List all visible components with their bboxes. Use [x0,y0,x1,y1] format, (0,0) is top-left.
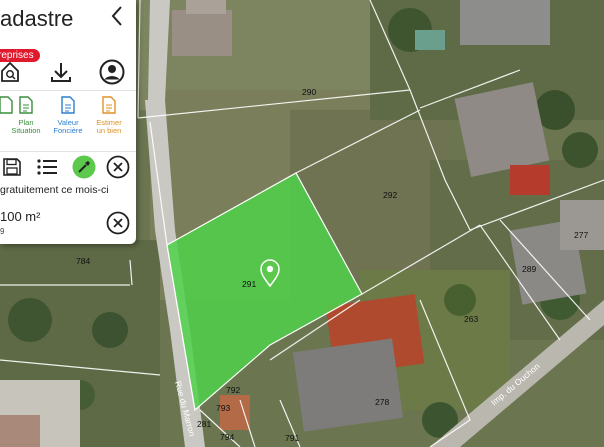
panel-title: adastre [0,6,74,31]
divider [0,90,136,91]
close-selection-icon[interactable] [106,211,130,235]
parcel-791: 791 [285,433,299,443]
tool-label: Plan Situation [11,117,41,135]
download-icon[interactable] [49,60,73,84]
tool-label: Estimer un bien [96,117,122,135]
close-icon[interactable] [106,155,130,179]
parcel-263: 263 [464,314,478,324]
parcel-792: 792 [226,385,240,395]
cadastre-panel: adastre reprises Plan Situation Valeur F… [0,0,136,244]
tool-plan-situation[interactable]: Plan Situation [8,96,44,136]
area-subtext: 9 [0,227,5,236]
parcel-784: 784 [76,256,90,266]
tool-estimer-bien[interactable]: Estimer un bien [91,96,127,136]
tool-valeur-fonciere[interactable]: Valeur Foncière [50,96,86,136]
free-message: gratuitement ce mois-ci [0,184,109,196]
parcel-281: 281 [197,419,211,429]
parcel-291: 291 [242,279,256,289]
eyedropper-icon[interactable] [72,155,96,179]
parcel-289: 289 [522,264,536,274]
parcel-793: 793 [216,403,230,413]
plan-document-icon [19,96,33,114]
list-icon[interactable] [36,157,58,177]
chevron-left-icon[interactable] [108,4,128,28]
account-icon[interactable] [99,59,125,85]
parcel-277: 277 [574,230,588,240]
save-icon[interactable] [2,157,22,177]
parcel-290: 290 [302,87,316,97]
divider [0,151,136,152]
parcel-292: 292 [383,190,397,200]
tool-label: Valeur Foncière [53,117,83,135]
parcel-278: 278 [375,397,389,407]
parcel-area: 100 m² [0,209,41,224]
home-search-icon[interactable] [0,60,20,84]
valuation-document-icon [61,96,75,114]
parcel-794: 794 [220,432,234,442]
estimate-document-icon [102,96,116,114]
